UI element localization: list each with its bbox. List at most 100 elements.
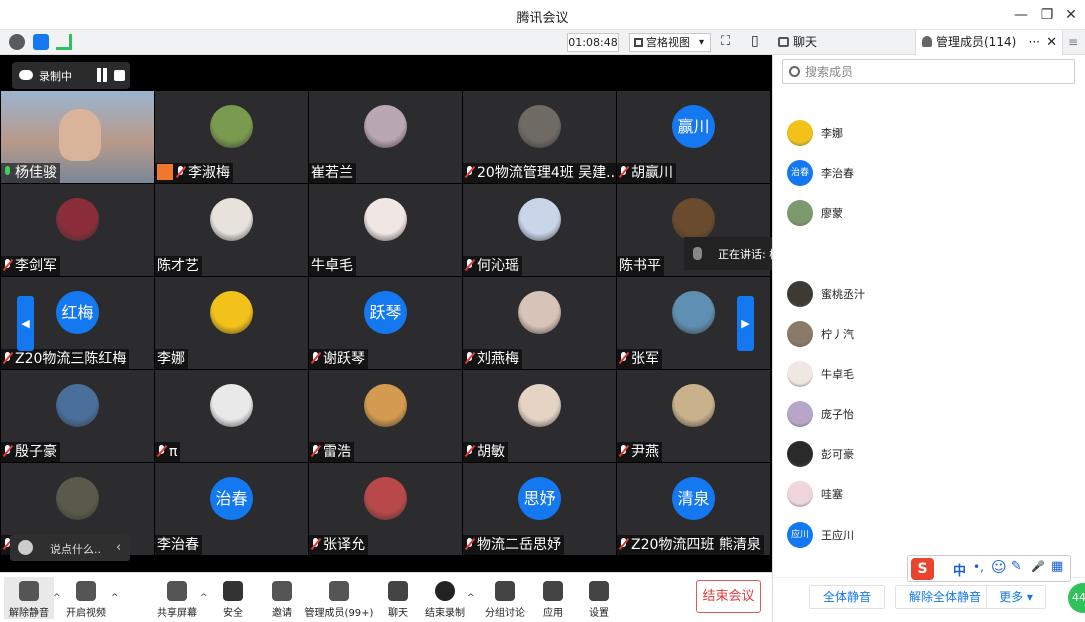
video-button[interactable]: 开启视频 [60,581,112,619]
participant-tile[interactable]: 李淑梅 [155,91,308,183]
member-row[interactable]: 彭可豪 [787,439,1067,469]
participant-tile[interactable]: 张译允 [309,463,462,555]
chat-input[interactable]: 说点什么.. ‹ [10,535,130,561]
more-icon[interactable]: ··· [1029,30,1040,55]
toolbox-icon[interactable]: ▦ [1051,559,1063,574]
video-options-chevron-icon[interactable]: ^ [111,593,119,603]
layout-icon[interactable]: ▯ [751,33,759,49]
apps-label: 应用 [543,608,563,619]
collapse-icon[interactable]: ‹ [116,540,121,555]
unmute-button[interactable]: 解除静音 [4,577,54,619]
unmute-all-button[interactable]: 解除全体静音 [895,585,995,609]
participant-tile[interactable]: 赢川 胡赢川 [617,91,770,183]
participant-tile[interactable]: 跃琴 谢跃琴 [309,277,462,369]
grid-view-dropdown[interactable]: 宫格视图 ▾ [629,33,711,52]
member-row[interactable]: 治春 李治春 [787,158,1067,188]
member-row[interactable]: 哇塞 [787,479,1067,509]
participant-tile[interactable]: 治春 李治春 [155,463,308,555]
participant-tile[interactable]: 何沁瑶 [463,184,616,276]
member-row[interactable]: 蜜桃丞汁 [787,279,1067,309]
punctuation-icon[interactable]: •, [973,560,984,574]
invite-button[interactable]: 邀请 [262,581,302,619]
participant-tile[interactable]: 清泉 Z20物流四班 熊清泉 [617,463,770,555]
security-label: 安全 [223,608,243,619]
member-name: 李娜 [821,127,843,140]
tab-members[interactable]: 管理成员(114) ··· ✕ [915,30,1063,55]
member-row[interactable]: 廖蒙 [787,198,1067,228]
video-label: 开启视频 [66,608,106,619]
member-row[interactable]: 李娜 [787,118,1067,148]
restore-button[interactable]: ❐ [1036,4,1058,26]
participant-tile[interactable]: 李剑军 [1,184,154,276]
participant-tile[interactable]: 陈才艺 [155,184,308,276]
member-avatar [787,481,813,507]
participant-tile[interactable]: 思妤 物流二岳思妤 [463,463,616,555]
participant-tile[interactable]: 崔若兰 [309,91,462,183]
record-options-chevron-icon[interactable]: ^ [467,593,475,603]
shield-icon[interactable] [33,34,49,50]
more-options-button[interactable]: 更多 ▾ [986,585,1046,609]
mic-muted-icon [465,259,474,271]
participant-tile[interactable]: 20物流管理4班 吴建... [463,91,616,183]
ime-language-toggle[interactable]: 中 [953,560,966,579]
security-button[interactable]: 安全 [213,581,253,619]
member-row[interactable]: 柠丿汽 [787,319,1067,349]
chat-button[interactable]: 聊天 [381,581,415,619]
signal-icon[interactable] [56,34,72,50]
recording-label: 录制中 [39,70,72,83]
window-title: 腾讯会议 [516,11,569,26]
end-meeting-button[interactable]: 结束会议 [696,580,761,613]
participant-name-label: 崔若兰 [309,163,356,183]
breakout-button[interactable]: 分组讨论 [480,581,530,619]
sogou-logo-icon[interactable]: S [911,558,934,580]
share-button[interactable]: 共享屏幕 [151,581,203,619]
mic-muted-icon [3,259,12,271]
prev-page-button[interactable]: ◀ [17,296,34,351]
member-search[interactable] [782,59,1075,84]
settings-label: 设置 [589,608,609,619]
unmute-icon [19,581,39,601]
participant-avatar [210,384,253,427]
share-icon [167,581,187,601]
participant-name: Z20物流四班 熊清泉 [631,537,761,553]
participant-tile[interactable]: 牛卓毛 [309,184,462,276]
participant-tile[interactable]: 杨佳骏 [1,91,154,183]
unmute-options-chevron-icon[interactable]: ^ [53,593,61,603]
mic-icon[interactable]: 🎤 [1031,560,1045,573]
tab-members-label: 管理成员(114) [936,35,1017,49]
participant-tile[interactable]: 尹燕 [617,370,770,462]
member-row[interactable]: 应川 王应川 [787,520,1067,550]
apps-button[interactable]: 应用 [535,581,571,619]
member-row[interactable]: 牛卓毛 [787,359,1067,389]
participant-tile[interactable]: 刘燕梅 [463,277,616,369]
pause-recording-button[interactable] [94,68,110,83]
close-button[interactable]: ✕ [1060,4,1082,26]
end-record-button[interactable]: 结束录制 [420,581,470,619]
member-row[interactable]: 庞子怡 [787,399,1067,429]
share-options-chevron-icon[interactable]: ^ [200,593,208,603]
menu-icon[interactable]: ≡ [1068,35,1078,49]
member-search-input[interactable] [805,63,1065,81]
participant-tile[interactable]: 雷浩 [309,370,462,462]
participant-name: 李剑军 [15,258,57,274]
close-icon[interactable]: ✕ [1046,30,1057,55]
pen-icon[interactable]: ✎ [1011,559,1022,574]
minimize-button[interactable]: — [1010,4,1032,26]
mute-all-button[interactable]: 全体静音 [809,585,885,609]
info-icon[interactable] [9,34,25,50]
next-page-button[interactable]: ▶ [737,296,754,351]
members-button[interactable]: 管理成员(99+) [303,581,375,619]
members-label: 管理成员(99+) [304,608,374,619]
emoji-icon[interactable]: ☺ [991,558,1007,576]
participant-tile[interactable]: 殷子豪 [1,370,154,462]
participant-avatar: 跃琴 [364,291,407,334]
participant-tile[interactable]: 李娜 [155,277,308,369]
participant-tile[interactable]: π [155,370,308,462]
stop-recording-button[interactable] [114,70,125,81]
participant-name: 胡敏 [477,444,505,460]
participant-tile[interactable]: 胡敏 [463,370,616,462]
settings-button[interactable]: 设置 [580,581,618,619]
tab-chat[interactable]: 聊天 [774,30,914,55]
emoji-icon[interactable] [18,540,33,555]
fullscreen-icon[interactable]: ⛶ [721,34,730,49]
